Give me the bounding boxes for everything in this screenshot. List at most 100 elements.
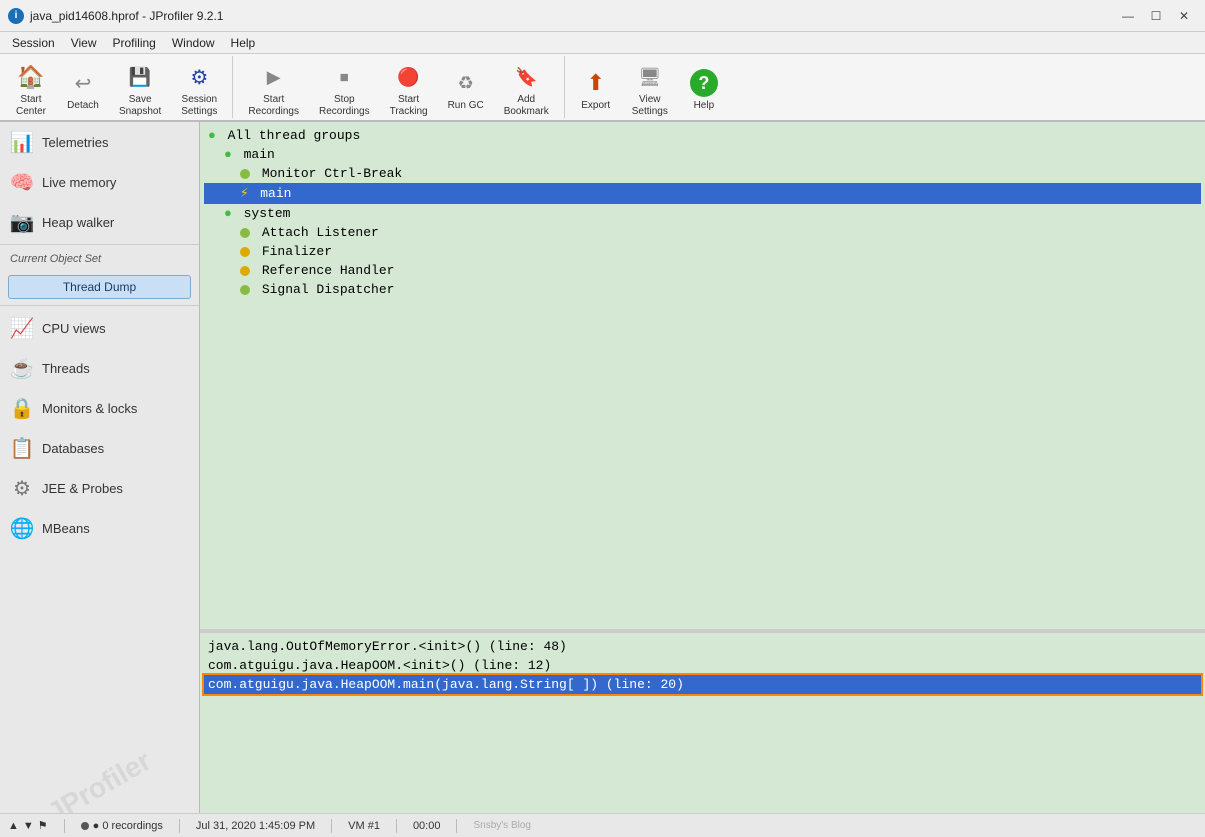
session-settings-icon: ⚙ — [185, 63, 213, 91]
status-recordings: ● 0 recordings — [81, 820, 163, 832]
help-label: Help — [694, 100, 715, 112]
watermark-text: Snsby's Blog — [473, 820, 531, 831]
flag-icon[interactable]: ⚑ — [38, 819, 48, 832]
view-settings-button[interactable]: 🖥 ViewSettings — [623, 58, 677, 123]
stack-text-3: com.atguigu.java.HeapOOM.main(java.lang.… — [208, 677, 684, 692]
sidebar-sep-2 — [0, 305, 199, 306]
toolbar-section-view: ⬆ Export 🖥 ViewSettings ? Help View spec… — [565, 56, 735, 118]
menu-item-window[interactable]: Window — [164, 34, 223, 52]
start-recordings-label: StartRecordings — [248, 94, 299, 118]
tree-row-finalizer[interactable]: Finalizer — [204, 242, 1201, 261]
tree-text-monitor: Monitor Ctrl-Break — [262, 166, 402, 181]
stack-text-1: java.lang.OutOfMemoryError.<init>() (lin… — [208, 639, 567, 654]
menu-bar: SessionViewProfilingWindowHelp — [0, 32, 1205, 54]
view-settings-label: ViewSettings — [632, 94, 668, 118]
minimize-button[interactable]: — — [1115, 7, 1141, 25]
run-gc-label: Run GC — [448, 100, 484, 112]
sidebar-item-threads[interactable]: ☕ Threads — [0, 348, 199, 388]
title-bar: i java_pid14608.hprof - JProfiler 9.2.1 … — [0, 0, 1205, 32]
view-settings-icon: 🖥 — [636, 63, 664, 91]
menu-item-help[interactable]: Help — [223, 34, 264, 52]
start-center-label: StartCenter — [16, 94, 46, 118]
sidebar-item-databases[interactable]: 📋 Databases — [0, 428, 199, 468]
tree-row-attach-listener[interactable]: Attach Listener — [204, 223, 1201, 242]
start-recordings-button[interactable]: ▶ StartRecordings — [239, 58, 308, 123]
sidebar: 📊 Telemetries 🧠 Live memory 📷 Heap walke… — [0, 122, 200, 813]
sidebar-item-heap-walker[interactable]: 📷 Heap walker — [0, 202, 199, 242]
title-controls: — ☐ ✕ — [1115, 7, 1197, 25]
stack-row-1[interactable]: java.lang.OutOfMemoryError.<init>() (lin… — [204, 637, 1201, 656]
tree-text-finalizer: Finalizer — [262, 244, 332, 259]
detach-button[interactable]: ↩ Detach — [58, 64, 108, 117]
start-center-button[interactable]: 🏠 StartCenter — [6, 58, 56, 123]
toolbar: 🏠 StartCenter ↩ Detach 💾 SaveSnapshot ⚙ … — [0, 54, 1205, 122]
add-bookmark-button[interactable]: 🔖 AddBookmark — [495, 58, 558, 123]
thread-tree-panel[interactable]: ● All thread groups ● main Monitor Ctrl-… — [200, 122, 1205, 629]
tree-row-signal-dispatcher[interactable]: Signal Dispatcher — [204, 280, 1201, 299]
sidebar-item-cpu-views[interactable]: 📈 CPU views — [0, 308, 199, 348]
status-sep-5 — [456, 819, 457, 833]
monitors-locks-label: Monitors & locks — [42, 401, 137, 416]
main-area: 📊 Telemetries 🧠 Live memory 📷 Heap walke… — [0, 122, 1205, 813]
status-vm: VM #1 — [348, 820, 380, 832]
tree-text-system-group: system — [244, 206, 291, 221]
status-datetime: Jul 31, 2020 1:45:09 PM — [196, 820, 315, 832]
tree-row-monitor[interactable]: Monitor Ctrl-Break — [204, 164, 1201, 183]
sidebar-item-jee-probes[interactable]: ⚙ JEE & Probes — [0, 468, 199, 508]
nav-down-icon[interactable]: ▼ — [23, 820, 34, 832]
jee-probes-label: JEE & Probes — [42, 481, 123, 496]
session-settings-label: SessionSettings — [181, 94, 217, 118]
stop-recordings-icon: ⏹ — [330, 63, 358, 91]
close-button[interactable]: ✕ — [1171, 7, 1197, 25]
nav-up-icon[interactable]: ▲ — [8, 820, 19, 832]
thread-dump-button[interactable]: Thread Dump — [8, 275, 191, 299]
start-tracking-icon: 🔴 — [395, 63, 423, 91]
stack-row-2[interactable]: com.atguigu.java.HeapOOM.<init>() (line:… — [204, 656, 1201, 675]
start-center-icon: 🏠 — [17, 63, 45, 91]
toolbar-section-profiling: ▶ StartRecordings ⏹ StopRecordings 🔴 Sta… — [233, 56, 564, 118]
start-recordings-icon: ▶ — [260, 63, 288, 91]
help-button[interactable]: ? Help — [679, 64, 729, 117]
sidebar-item-monitors-locks[interactable]: 🔒 Monitors & locks — [0, 388, 199, 428]
stop-recordings-button[interactable]: ⏹ StopRecordings — [310, 58, 379, 123]
databases-icon: 📋 — [10, 436, 34, 460]
menu-item-profiling[interactable]: Profiling — [105, 34, 164, 52]
session-settings-button[interactable]: ⚙ SessionSettings — [172, 58, 226, 123]
cpu-views-icon: 📈 — [10, 316, 34, 340]
export-button[interactable]: ⬆ Export — [571, 64, 621, 117]
maximize-button[interactable]: ☐ — [1143, 7, 1169, 25]
menu-item-view[interactable]: View — [63, 34, 105, 52]
threads-label: Threads — [42, 361, 90, 376]
sidebar-item-mbeans[interactable]: 🌐 MBeans — [0, 508, 199, 548]
live-memory-icon: 🧠 — [10, 170, 34, 194]
recordings-dot — [81, 822, 89, 830]
current-object-set-label: Current Object Set — [0, 247, 199, 271]
title-left: i java_pid14608.hprof - JProfiler 9.2.1 — [8, 8, 223, 24]
tree-row-system-group[interactable]: ● system — [204, 204, 1201, 223]
threads-icon: ☕ — [10, 356, 34, 380]
mbeans-icon: 🌐 — [10, 516, 34, 540]
tree-row-main-thread[interactable]: ⚡ main — [204, 183, 1201, 204]
sidebar-item-live-memory[interactable]: 🧠 Live memory — [0, 162, 199, 202]
save-snapshot-label: SaveSnapshot — [119, 94, 161, 118]
status-sep-1 — [64, 819, 65, 833]
stack-row-3[interactable]: com.atguigu.java.HeapOOM.main(java.lang.… — [204, 675, 1201, 694]
stack-text-2: com.atguigu.java.HeapOOM.<init>() (line:… — [208, 658, 551, 673]
sidebar-watermark: JProfiler — [5, 723, 193, 813]
heap-walker-label: Heap walker — [42, 215, 114, 230]
sidebar-item-telemetries[interactable]: 📊 Telemetries — [0, 122, 199, 162]
export-icon: ⬆ — [582, 69, 610, 97]
tree-row-reference-handler[interactable]: Reference Handler — [204, 261, 1201, 280]
mbeans-label: MBeans — [42, 521, 90, 536]
stack-trace-panel[interactable]: java.lang.OutOfMemoryError.<init>() (lin… — [200, 633, 1205, 813]
telemetries-icon: 📊 — [10, 130, 34, 154]
tree-row-all-groups[interactable]: ● All thread groups — [204, 126, 1201, 145]
run-gc-button[interactable]: ♻ Run GC — [439, 64, 493, 117]
menu-item-session[interactable]: Session — [4, 34, 63, 52]
recordings-text: ● 0 recordings — [93, 820, 163, 832]
tree-row-main-group[interactable]: ● main — [204, 145, 1201, 164]
status-nav-icons[interactable]: ▲ ▼ ⚑ — [8, 819, 48, 832]
jee-probes-icon: ⚙ — [10, 476, 34, 500]
save-snapshot-button[interactable]: 💾 SaveSnapshot — [110, 58, 170, 123]
start-tracking-button[interactable]: 🔴 StartTracking — [381, 58, 437, 123]
